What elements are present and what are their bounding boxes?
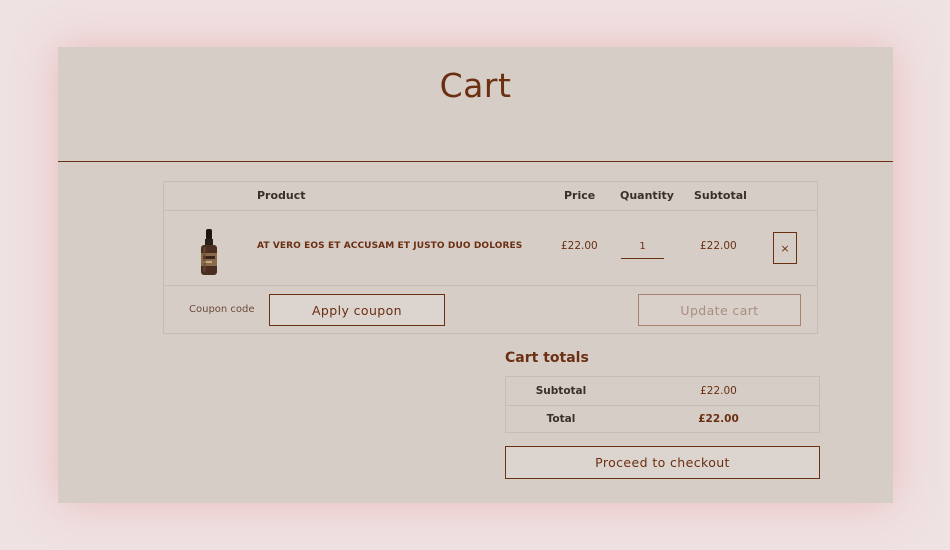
close-icon: ×: [780, 241, 790, 255]
cart-table-header: Product Price Quantity Subtotal: [164, 182, 817, 211]
totals-row-subtotal: Subtotal £22.00: [506, 377, 819, 406]
totals-row-total: Total £22.00: [506, 405, 819, 433]
table-row: AT VERO EOS ET ACCUSAM ET JUSTO DUO DOLO…: [164, 210, 817, 286]
column-header-product: Product: [257, 189, 306, 202]
quantity-input[interactable]: [621, 235, 664, 259]
update-cart-button[interactable]: Update cart: [638, 294, 801, 326]
cart-totals-title: Cart totals: [505, 350, 589, 366]
page-title: Cart: [439, 66, 512, 105]
column-header-quantity: Quantity: [620, 189, 674, 202]
column-header-price: Price: [564, 189, 596, 202]
product-name-link[interactable]: AT VERO EOS ET ACCUSAM ET JUSTO DUO DOLO…: [257, 241, 522, 251]
cart-page: Cart Product Price Quantity Subtotal AT …: [58, 47, 893, 503]
cart-actions-row: Coupon code Apply coupon Update cart: [164, 285, 817, 335]
dropper-bottle-icon[interactable]: [198, 229, 220, 275]
subtotal-value: £22.00: [700, 385, 737, 397]
cart-totals-table: Subtotal £22.00 Total £22.00: [505, 376, 820, 433]
column-header-subtotal: Subtotal: [694, 189, 747, 202]
cart-table: Product Price Quantity Subtotal AT VERO …: [163, 181, 818, 334]
subtotal-label: Subtotal: [535, 385, 587, 397]
remove-item-button[interactable]: ×: [773, 232, 797, 264]
total-label: Total: [546, 413, 576, 425]
page-header: Cart: [58, 47, 893, 162]
product-price: £22.00: [561, 240, 598, 252]
proceed-to-checkout-button[interactable]: Proceed to checkout: [505, 446, 820, 479]
apply-coupon-button[interactable]: Apply coupon: [269, 294, 445, 326]
total-value: £22.00: [698, 413, 739, 425]
coupon-code-field[interactable]: Coupon code: [189, 304, 255, 315]
product-subtotal: £22.00: [700, 240, 737, 252]
